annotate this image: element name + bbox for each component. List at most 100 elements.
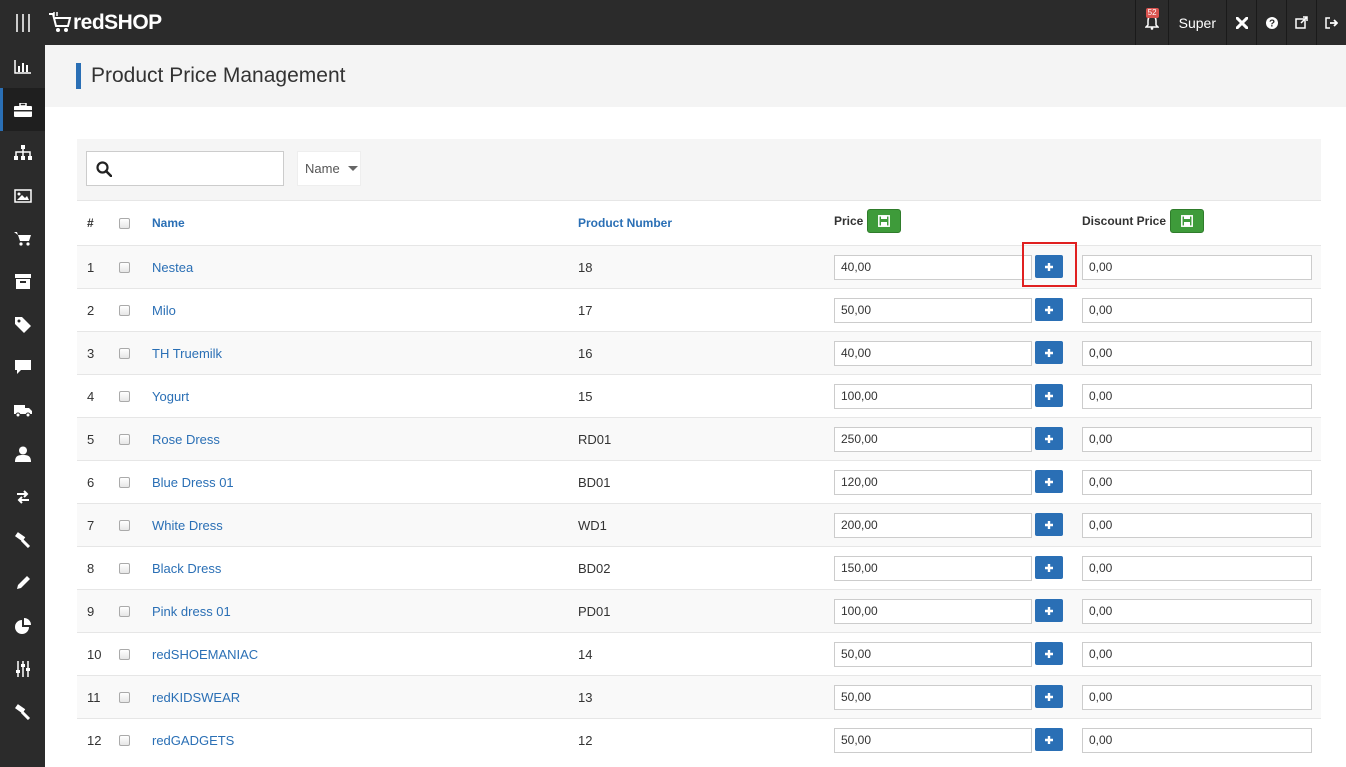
discount-price-input[interactable] <box>1082 598 1312 624</box>
row-checkbox[interactable] <box>119 605 130 617</box>
notifications-button[interactable]: 52 <box>1134 0 1168 45</box>
sort-by-select[interactable]: Name <box>297 151 361 186</box>
sidebar-item-products[interactable] <box>0 88 45 131</box>
sidebar-item-hammer[interactable] <box>0 690 45 733</box>
table-row: 4 Yogurt 15 <box>77 374 1321 417</box>
tools-icon <box>14 531 30 548</box>
sidebar-item-comments[interactable] <box>0 346 45 389</box>
sidebar-item-dashboard[interactable] <box>0 45 45 88</box>
row-checkbox[interactable] <box>119 734 130 746</box>
sort-by-product-number-link[interactable]: Product Number <box>578 216 672 230</box>
sidebar-item-statistics[interactable] <box>0 604 45 647</box>
add-quantity-price-button[interactable] <box>1035 341 1063 364</box>
sidebar-item-tools[interactable] <box>0 518 45 561</box>
row-checkbox[interactable] <box>119 519 130 531</box>
sidebar-item-users[interactable] <box>0 432 45 475</box>
sidebar-item-import-export[interactable] <box>0 475 45 518</box>
discount-price-input[interactable] <box>1082 340 1312 366</box>
select-all-checkbox[interactable] <box>119 217 130 229</box>
row-checkbox[interactable] <box>119 476 130 488</box>
product-name-cell: TH Truemilk <box>152 332 222 374</box>
product-name-link[interactable]: redKIDSWEAR <box>152 690 240 705</box>
add-quantity-price-button[interactable] <box>1035 255 1063 278</box>
discount-price-input[interactable] <box>1082 469 1312 495</box>
discount-price-input[interactable] <box>1082 555 1312 581</box>
row-checkbox[interactable] <box>119 691 130 703</box>
sort-by-name-link[interactable]: Name <box>152 216 185 230</box>
product-name-link[interactable]: Milo <box>152 303 176 318</box>
menu-toggle-button[interactable] <box>0 0 45 45</box>
row-checkbox[interactable] <box>119 261 130 273</box>
help-button[interactable]: ? <box>1256 0 1286 45</box>
header-select-all <box>119 201 139 245</box>
product-name-link[interactable]: Rose Dress <box>152 432 220 447</box>
price-input[interactable] <box>834 254 1032 280</box>
price-input[interactable] <box>834 512 1032 538</box>
search-icon[interactable] <box>96 161 113 180</box>
add-quantity-price-button[interactable] <box>1035 556 1063 579</box>
discount-price-input[interactable] <box>1082 641 1312 667</box>
discount-price-input[interactable] <box>1082 426 1312 452</box>
price-input[interactable] <box>834 383 1032 409</box>
add-quantity-price-button[interactable] <box>1035 298 1063 321</box>
product-name-link[interactable]: redGADGETS <box>152 733 234 748</box>
price-input[interactable] <box>834 555 1032 581</box>
row-checkbox[interactable] <box>119 304 130 316</box>
row-checkbox[interactable] <box>119 347 130 359</box>
row-checkbox[interactable] <box>119 390 130 402</box>
app-logo[interactable]: redSHOP <box>48 9 162 37</box>
product-name-link[interactable]: Pink dress 01 <box>152 604 231 619</box>
logout-button[interactable] <box>1316 0 1346 45</box>
row-checkbox[interactable] <box>119 433 130 445</box>
discount-price-input[interactable] <box>1082 254 1312 280</box>
product-number: BD02 <box>578 560 611 576</box>
product-name-link[interactable]: TH Truemilk <box>152 346 222 361</box>
add-quantity-price-button[interactable] <box>1035 685 1063 708</box>
price-input[interactable] <box>834 641 1032 667</box>
product-name-link[interactable]: Blue Dress 01 <box>152 475 234 490</box>
price-input[interactable] <box>834 469 1032 495</box>
sidebar-item-shipping[interactable] <box>0 389 45 432</box>
title-accent-bar <box>76 63 81 89</box>
sidebar-item-tags[interactable] <box>0 303 45 346</box>
row-checkbox[interactable] <box>119 648 130 660</box>
product-name-link[interactable]: Nestea <box>152 260 193 275</box>
discount-price-input[interactable] <box>1082 297 1312 323</box>
price-input[interactable] <box>834 727 1032 753</box>
save-prices-button[interactable] <box>867 209 902 233</box>
search-input[interactable] <box>119 152 279 185</box>
sidebar-item-media[interactable] <box>0 174 45 217</box>
sidebar-item-edit[interactable] <box>0 561 45 604</box>
product-number-cell: 15 <box>578 375 592 417</box>
row-checkbox[interactable] <box>119 562 130 574</box>
price-input[interactable] <box>834 598 1032 624</box>
external-link-button[interactable] <box>1286 0 1316 45</box>
discount-price-input[interactable] <box>1082 684 1312 710</box>
product-name-link[interactable]: Black Dress <box>152 561 221 576</box>
sidebar-item-orders[interactable] <box>0 217 45 260</box>
price-input[interactable] <box>834 340 1032 366</box>
price-input[interactable] <box>834 426 1032 452</box>
sidebar-item-categories[interactable] <box>0 131 45 174</box>
add-quantity-price-button[interactable] <box>1035 470 1063 493</box>
discount-price-input[interactable] <box>1082 727 1312 753</box>
product-name-link[interactable]: Yogurt <box>152 389 189 404</box>
add-quantity-price-button[interactable] <box>1035 728 1063 751</box>
user-menu[interactable]: Super <box>1167 0 1226 45</box>
sidebar-item-archive[interactable] <box>0 260 45 303</box>
add-quantity-price-button[interactable] <box>1035 384 1063 407</box>
add-quantity-price-button[interactable] <box>1035 642 1063 665</box>
product-name-link[interactable]: redSHOEMANIAC <box>152 647 258 662</box>
price-input[interactable] <box>834 684 1032 710</box>
joomla-button[interactable] <box>1226 0 1256 45</box>
add-quantity-price-button[interactable] <box>1035 599 1063 622</box>
help-icon: ? <box>1265 16 1278 29</box>
add-quantity-price-button[interactable] <box>1035 513 1063 536</box>
discount-price-input[interactable] <box>1082 512 1312 538</box>
product-name-link[interactable]: White Dress <box>152 518 223 533</box>
sidebar-item-config[interactable] <box>0 647 45 690</box>
save-discounts-button[interactable] <box>1170 209 1205 233</box>
price-input[interactable] <box>834 297 1032 323</box>
discount-price-input[interactable] <box>1082 383 1312 409</box>
add-quantity-price-button[interactable] <box>1035 427 1063 450</box>
